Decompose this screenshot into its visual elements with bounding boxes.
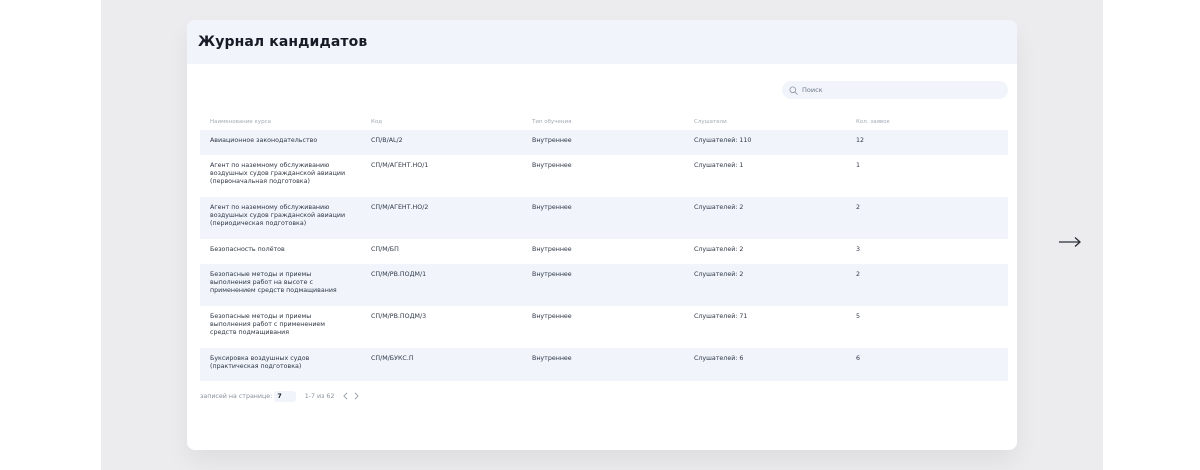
prev-page-button[interactable] (341, 391, 349, 401)
arrow-right-icon[interactable] (1057, 232, 1083, 252)
cell-listeners: Слушателей: 1 (694, 162, 744, 169)
candidates-table: Наименование курса Код Тип обучения Слуш… (200, 114, 1008, 381)
cell-training-type: Внутреннее (532, 137, 572, 144)
cell-training-type: Внутреннее (532, 271, 572, 278)
chevron-right-icon (354, 392, 359, 400)
cell-listeners: Слушателей: 6 (694, 355, 744, 362)
search-box[interactable] (782, 81, 1008, 99)
column-header-training-type[interactable]: Тип обучения (522, 119, 684, 125)
column-header-course[interactable]: Наименование курса (200, 119, 361, 125)
page-background: Журнал кандидатов Наименование курса Код… (101, 0, 1103, 470)
cell-code: СП/М/РВ.ПОДМ/1 (371, 271, 427, 278)
column-header-code[interactable]: Код (361, 119, 522, 125)
cell-course: Безопасные методы и приемы выполнения ра… (210, 271, 337, 294)
table-header-row: Наименование курса Код Тип обучения Слуш… (200, 114, 1008, 130)
cell-code: СП/В/АL/2 (371, 137, 403, 144)
table-row[interactable]: Агент по наземному обслуживанию воздушны… (200, 197, 1008, 239)
search-icon (789, 85, 798, 95)
cell-requests-count: 6 (856, 355, 861, 362)
cell-code: СП/М/РВ.ПОДМ/3 (371, 313, 427, 320)
table-row[interactable]: Буксировка воздушных судов (практическая… (200, 348, 1008, 381)
page-title: Журнал кандидатов (198, 34, 368, 50)
next-page-button[interactable] (352, 391, 360, 401)
cell-requests-count: 1 (856, 162, 861, 169)
table-row[interactable]: Авиационное законодательство СП/В/АL/2 В… (200, 130, 1008, 155)
cell-requests-count: 2 (856, 271, 861, 278)
cell-code: СП/М/АГЕНТ.НО/2 (371, 204, 429, 211)
page-range-label: 1-7 из 62 (304, 392, 335, 400)
cell-code: СП/М/БУКС.П (371, 355, 414, 362)
cell-training-type: Внутреннее (532, 204, 572, 211)
table-row[interactable]: Безопасность полётов СП/М/БП Внутреннее … (200, 239, 1008, 264)
column-header-requests-count[interactable]: Кол. заявок (846, 119, 1008, 125)
cell-requests-count: 2 (856, 204, 861, 211)
candidates-journal-card: Журнал кандидатов Наименование курса Код… (187, 20, 1017, 450)
table-row[interactable]: Безопасные методы и приемы выполнения ра… (200, 306, 1008, 348)
cell-listeners: Слушателей: 110 (694, 137, 752, 144)
cell-requests-count: 5 (856, 313, 861, 320)
cell-requests-count: 3 (856, 246, 861, 253)
cell-course: Агент по наземному обслуживанию воздушны… (210, 162, 346, 185)
cell-requests-count: 12 (856, 137, 865, 144)
table-row[interactable]: Агент по наземному обслуживанию воздушны… (200, 155, 1008, 197)
cell-course: Безопасность полётов (210, 246, 285, 253)
cell-course: Агент по наземному обслуживанию воздушны… (210, 204, 346, 227)
table-row[interactable]: Безопасные методы и приемы выполнения ра… (200, 264, 1008, 306)
cell-code: СП/М/АГЕНТ.НО/1 (371, 162, 429, 169)
cell-course: Безопасные методы и приемы выполнения ра… (210, 313, 326, 336)
cell-training-type: Внутреннее (532, 355, 572, 362)
cell-code: СП/М/БП (371, 246, 399, 253)
card-header: Журнал кандидатов (187, 20, 1017, 64)
cell-training-type: Внутреннее (532, 162, 572, 169)
pagination: записей на странице: 7 1-7 из 62 (200, 390, 360, 402)
chevron-left-icon (343, 392, 348, 400)
search-input[interactable] (802, 86, 992, 94)
cell-training-type: Внутреннее (532, 246, 572, 253)
cell-listeners: Слушателей: 71 (694, 313, 748, 320)
per-page-label: записей на странице: (200, 392, 273, 400)
per-page-select[interactable]: 7 (274, 390, 296, 402)
cell-course: Авиационное законодательство (210, 137, 318, 144)
cell-training-type: Внутреннее (532, 313, 572, 320)
cell-listeners: Слушателей: 2 (694, 204, 744, 211)
cell-listeners: Слушателей: 2 (694, 271, 744, 278)
cell-listeners: Слушателей: 2 (694, 246, 744, 253)
cell-course: Буксировка воздушных судов (практическая… (210, 355, 310, 370)
column-header-listeners[interactable]: Слушатели (684, 119, 846, 125)
